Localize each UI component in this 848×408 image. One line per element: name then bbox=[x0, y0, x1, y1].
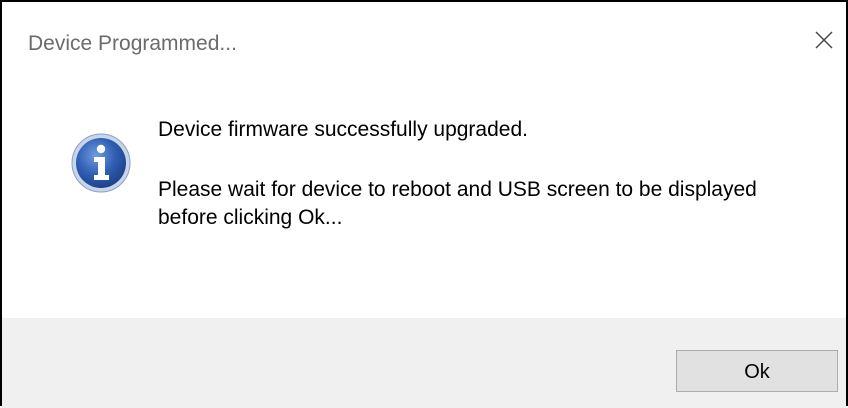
close-icon bbox=[815, 31, 833, 49]
dialog-content: Device firmware successfully upgraded. P… bbox=[2, 86, 846, 318]
message-line-2: Please wait for device to reboot and USB… bbox=[158, 178, 757, 229]
title-bar[interactable]: Device Programmed... bbox=[2, 2, 846, 86]
message-dialog: Device Programmed... Device firmware suc… bbox=[0, 0, 848, 408]
dialog-title: Device Programmed... bbox=[28, 32, 237, 55]
dialog-footer: Ok bbox=[2, 318, 846, 408]
message-line-1: Device firmware successfully upgraded. bbox=[158, 118, 528, 141]
dialog-message: Device firmware successfully upgraded. P… bbox=[158, 116, 808, 232]
close-button[interactable] bbox=[806, 16, 846, 64]
ok-button[interactable]: Ok bbox=[676, 350, 838, 392]
info-icon bbox=[70, 132, 132, 194]
